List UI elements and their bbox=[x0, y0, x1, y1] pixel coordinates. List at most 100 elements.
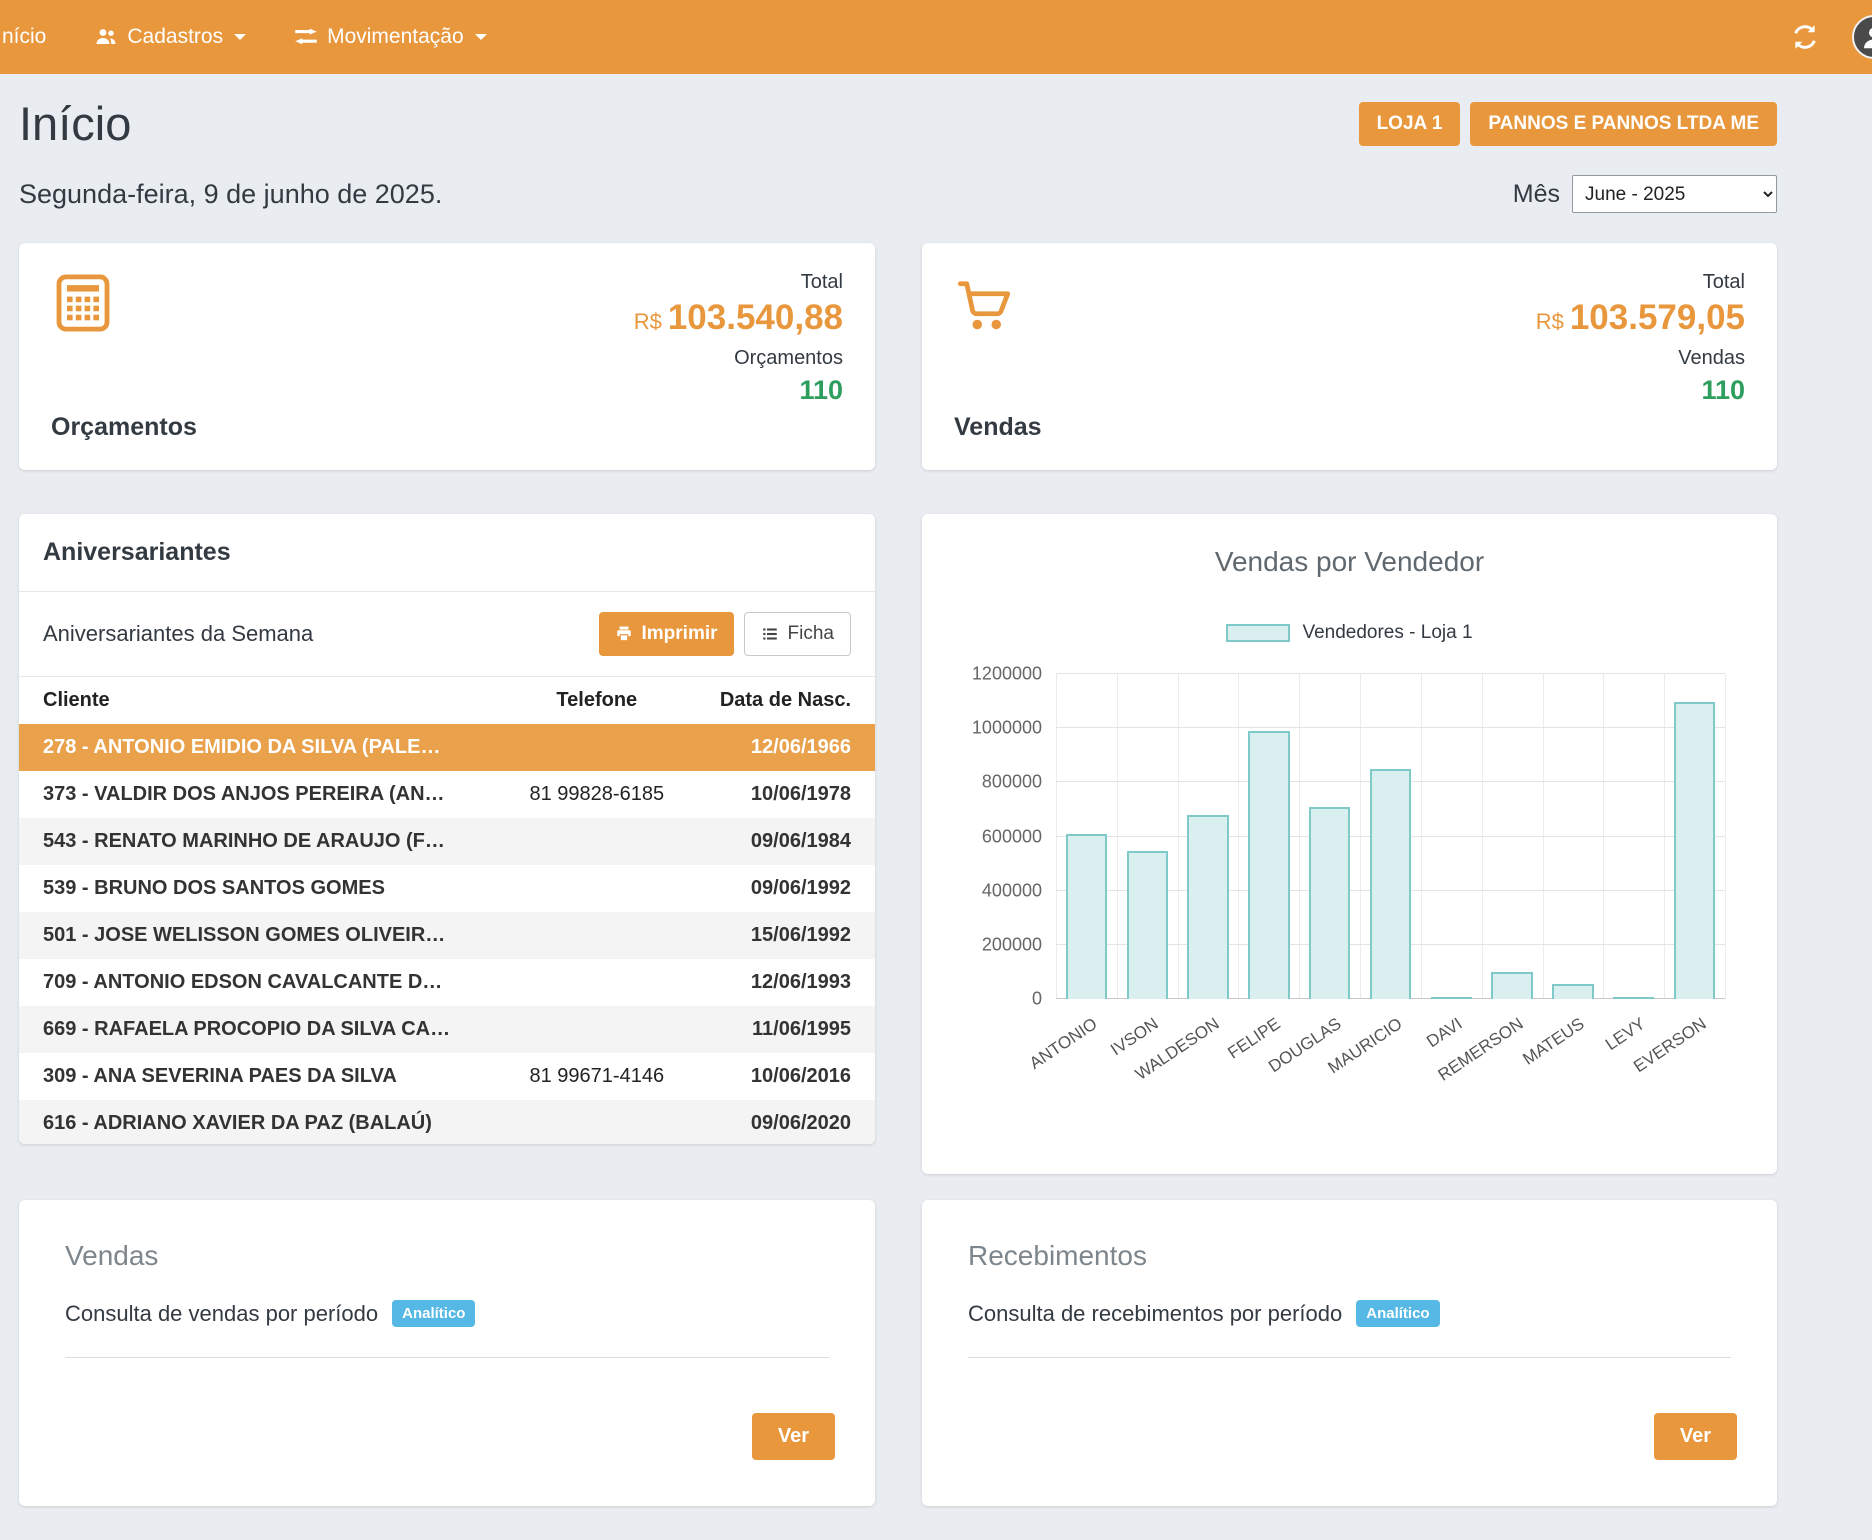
total-amount: 103.579,05 bbox=[1570, 298, 1745, 337]
chart-title: Vendas por Vendedor bbox=[946, 546, 1753, 578]
column-header-telefone: Telefone bbox=[498, 677, 695, 724]
y-tick-label: 1000000 bbox=[972, 718, 1042, 739]
print-button-label: Imprimir bbox=[642, 623, 718, 645]
store-button[interactable]: LOJA 1 bbox=[1359, 102, 1461, 146]
bar-felipe bbox=[1248, 731, 1289, 999]
aniversariantes-card: Aniversariantes Aniversariantes da Seman… bbox=[19, 514, 875, 1144]
phone-cell: 81 99828-6185 bbox=[498, 771, 695, 818]
nav-item-movimentacao[interactable]: Movimentação bbox=[270, 0, 511, 74]
ficha-button-label: Ficha bbox=[788, 623, 834, 645]
count-label: Orçamentos bbox=[634, 347, 843, 370]
bar-remerson bbox=[1491, 972, 1532, 999]
aniversariantes-buttons: Imprimir Ficha bbox=[599, 612, 852, 656]
users-icon bbox=[94, 25, 118, 49]
navbar-right-group bbox=[1790, 0, 1872, 74]
chart-xlabels: ANTONIOIVSONWALDESONFELIPEDOUGLASMAURICI… bbox=[1056, 1002, 1725, 1112]
analitico-badge: Analítico bbox=[392, 1300, 475, 1327]
total-label: Total bbox=[634, 271, 843, 294]
total-value: R$103.540,88 bbox=[634, 299, 843, 338]
vendas-consulta-card: Vendas Consulta de vendas por período An… bbox=[19, 1200, 875, 1506]
month-select[interactable]: June - 2025 bbox=[1572, 175, 1777, 213]
birthday-table-header: Cliente Telefone Data de Nasc. bbox=[19, 677, 875, 724]
y-tick-label: 0 bbox=[1032, 989, 1042, 1010]
birthday-row[interactable]: 373 - VALDIR DOS ANJOS PEREIRA (AN…81 99… bbox=[19, 771, 875, 818]
birthday-row[interactable]: 543 - RENATO MARINHO DE ARAUJO (F…09/06/… bbox=[19, 818, 875, 865]
chart-legend[interactable]: Vendedores - Loja 1 bbox=[946, 622, 1753, 644]
chevron-down-icon bbox=[234, 34, 246, 40]
y-tick-label: 400000 bbox=[982, 880, 1042, 901]
birthday-row[interactable]: 309 - ANA SEVERINA PAES DA SILVA81 99671… bbox=[19, 1053, 875, 1100]
navbar-left-group: nício Cadastros Movimentação bbox=[0, 0, 511, 74]
count-value: 110 bbox=[1536, 375, 1745, 406]
bar-mateus bbox=[1552, 984, 1593, 999]
bar-slot-everson bbox=[1664, 674, 1725, 999]
bar-douglas bbox=[1309, 807, 1350, 999]
aniversariantes-title: Aniversariantes bbox=[19, 514, 875, 592]
bar-slot-mauricio bbox=[1360, 674, 1421, 999]
phone-cell: 81 99671-4146 bbox=[498, 1053, 695, 1100]
ficha-button[interactable]: Ficha bbox=[744, 612, 851, 656]
month-picker: Mês June - 2025 bbox=[1513, 175, 1777, 213]
bar-everson bbox=[1674, 702, 1715, 999]
birthday-row[interactable]: 616 - ADRIANO XAVIER DA PAZ (BALAÚ)09/06… bbox=[19, 1100, 875, 1144]
birthday-row[interactable]: 709 - ANTONIO EDSON CAVALCANTE D…12/06/1… bbox=[19, 959, 875, 1006]
date-text: Segunda-feira, 9 de junho de 2025. bbox=[19, 179, 442, 210]
nav-item-cadastros[interactable]: Cadastros bbox=[70, 0, 270, 74]
client-cell: 373 - VALDIR DOS ANJOS PEREIRA (AN… bbox=[19, 771, 498, 818]
orcamentos-card-left: Orçamentos bbox=[51, 271, 197, 442]
x-tick-label: EVERSON bbox=[1591, 1014, 1710, 1103]
phone-cell bbox=[498, 1100, 695, 1144]
birthday-row[interactable]: 669 - RAFAELA PROCOPIO DA SILVA CA… 11/06… bbox=[19, 1006, 875, 1053]
birth-cell: 09/06/1984 bbox=[695, 818, 875, 865]
birthday-row[interactable]: 278 - ANTONIO EMIDIO DA SILVA (PALE…12/0… bbox=[19, 724, 875, 771]
avatar[interactable] bbox=[1852, 15, 1872, 59]
page-title: Início bbox=[19, 96, 131, 151]
divider bbox=[65, 1357, 829, 1358]
bar-slot-remerson bbox=[1482, 674, 1543, 999]
y-tick-label: 800000 bbox=[982, 772, 1042, 793]
client-cell: 669 - RAFAELA PROCOPIO DA SILVA CA… bbox=[19, 1006, 498, 1053]
cart-icon bbox=[954, 271, 1018, 335]
bar-levy bbox=[1613, 997, 1654, 999]
currency-symbol: R$ bbox=[1536, 309, 1564, 334]
ver-recebimentos-button[interactable]: Ver bbox=[1654, 1413, 1737, 1460]
nav-item-cadastros-label: Cadastros bbox=[127, 25, 223, 49]
birthday-row[interactable]: 501 - JOSE WELISSON GOMES OLIVEIR…15/06/… bbox=[19, 912, 875, 959]
recebimentos-consulta-desc-text: Consulta de recebimentos por período bbox=[968, 1301, 1342, 1327]
refresh-icon[interactable] bbox=[1790, 22, 1820, 52]
birth-cell: 15/06/1992 bbox=[695, 912, 875, 959]
analitico-badge: Analítico bbox=[1356, 1300, 1439, 1327]
y-tick-label: 200000 bbox=[982, 934, 1042, 955]
total-value: R$103.579,05 bbox=[1536, 299, 1745, 338]
birthday-row[interactable]: 539 - BRUNO DOS SANTOS GOMES09/06/1992 bbox=[19, 865, 875, 912]
phone-cell bbox=[498, 865, 695, 912]
phone-cell bbox=[498, 912, 695, 959]
bar-antonio bbox=[1066, 834, 1107, 999]
birthday-table-body: 278 - ANTONIO EMIDIO DA SILVA (PALE…12/0… bbox=[19, 724, 875, 1144]
ver-vendas-button[interactable]: Ver bbox=[752, 1413, 835, 1460]
calculator-icon bbox=[51, 271, 115, 335]
chart-bars bbox=[1056, 674, 1725, 999]
page-content: Início LOJA 1 PANNOS E PANNOS LTDA ME Se… bbox=[19, 96, 1777, 1506]
vendas-summary-card: Vendas Total R$103.579,05 Vendas 110 bbox=[922, 243, 1777, 470]
legend-swatch bbox=[1226, 624, 1290, 642]
birth-cell: 10/06/2016 bbox=[695, 1053, 875, 1100]
nav-item-inicio[interactable]: nício bbox=[0, 0, 70, 74]
client-cell: 278 - ANTONIO EMIDIO DA SILVA (PALE… bbox=[19, 724, 498, 771]
phone-cell bbox=[498, 818, 695, 865]
print-button[interactable]: Imprimir bbox=[599, 612, 734, 656]
bar-slot-douglas bbox=[1299, 674, 1360, 999]
divider bbox=[968, 1357, 1731, 1358]
exchange-icon bbox=[294, 28, 318, 46]
recebimentos-consulta-card: Recebimentos Consulta de recebimentos po… bbox=[922, 1200, 1777, 1506]
orcamentos-summary-card: Orçamentos Total R$103.540,88 Orçamentos… bbox=[19, 243, 875, 470]
client-cell: 709 - ANTONIO EDSON CAVALCANTE D… bbox=[19, 959, 498, 1006]
birth-cell: 11/06/1995 bbox=[695, 1006, 875, 1053]
company-button[interactable]: PANNOS E PANNOS LTDA ME bbox=[1470, 102, 1777, 146]
phone-cell bbox=[498, 959, 695, 1006]
client-cell: 309 - ANA SEVERINA PAES DA SILVA bbox=[19, 1053, 498, 1100]
recebimentos-consulta-title: Recebimentos bbox=[968, 1240, 1731, 1272]
total-amount: 103.540,88 bbox=[668, 298, 843, 337]
bar-slot-waldeson bbox=[1178, 674, 1239, 999]
count-label: Vendas bbox=[1536, 347, 1745, 370]
